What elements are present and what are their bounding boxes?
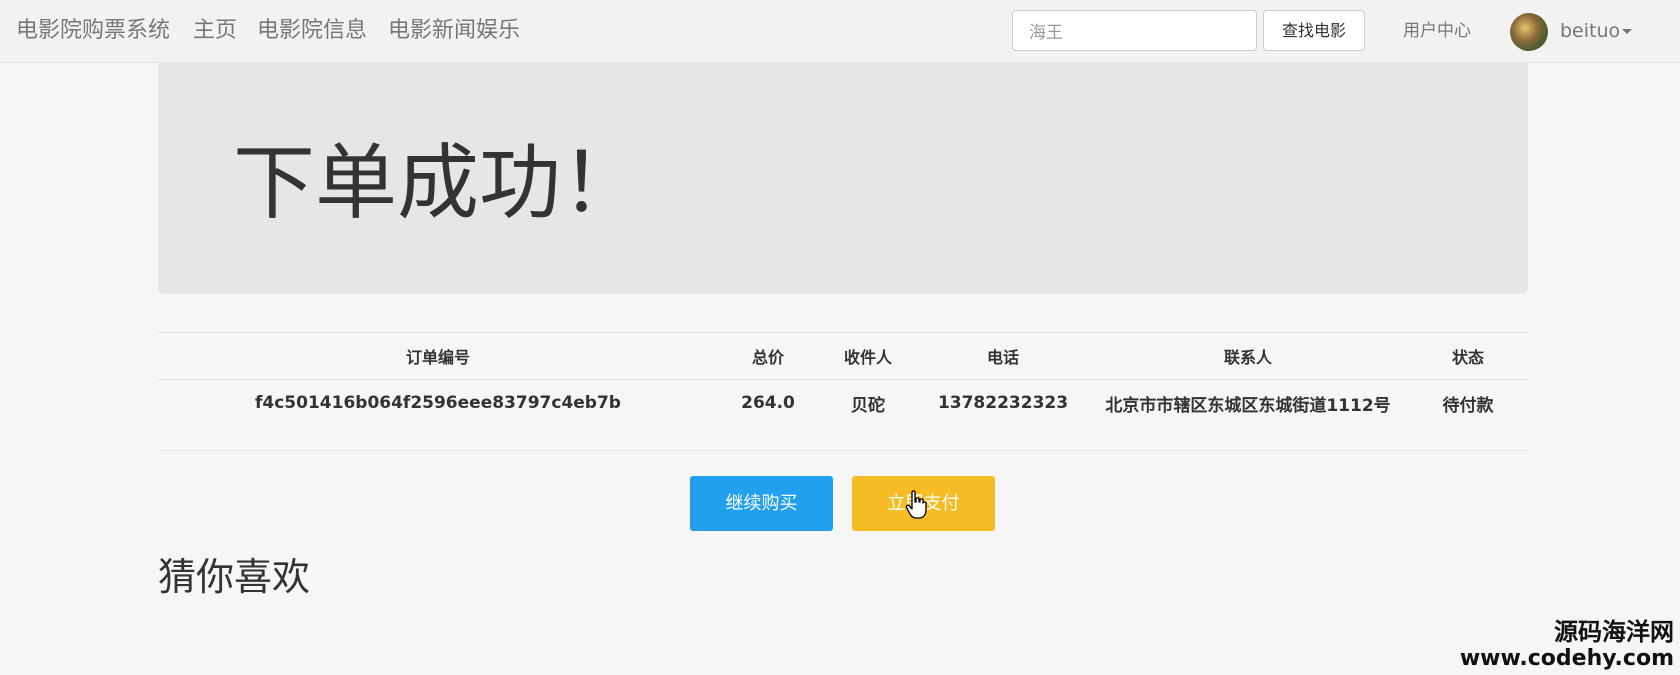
watermark-title: 源码海洋网: [1554, 618, 1674, 646]
watermark: 源码海洋网 www.codehy.com: [1460, 618, 1674, 672]
page-title: 下单成功！: [233, 136, 644, 231]
header-total-price: 总价: [718, 332, 818, 380]
header-contact: 联系人: [1088, 332, 1408, 380]
user-center-link[interactable]: 用户中心: [1403, 20, 1471, 42]
cell-order-id: f4c501416b064f2596eee83797c4eb7b: [255, 393, 621, 413]
table-row: f4c501416b064f2596eee83797c4eb7b 264.0 贝…: [158, 380, 1528, 427]
nav-link-cinema-info[interactable]: 电影院信息: [257, 16, 367, 46]
cell-recipient: 贝砣: [851, 395, 885, 416]
username-dropdown[interactable]: beituo: [1560, 18, 1620, 44]
search-input[interactable]: [1012, 10, 1257, 51]
cell-status: 待付款: [1442, 395, 1494, 416]
cell-phone: 13782232323: [937, 393, 1069, 413]
order-table: 订单编号 总价 收件人 电话 联系人 状态 f4c501416b064f2596…: [158, 332, 1528, 426]
hand-pointer-cursor-icon: [905, 490, 927, 519]
nav-link-home[interactable]: 主页: [193, 16, 237, 46]
watermark-url: www.codehy.com: [1459, 646, 1674, 671]
success-banner: 下单成功！: [158, 62, 1528, 294]
dropdown-caret-icon[interactable]: [1622, 29, 1632, 34]
search-button[interactable]: 查找电影: [1263, 10, 1365, 51]
header-order-id: 订单编号: [158, 332, 718, 380]
table-header-row: 订单编号 总价 收件人 电话 联系人 状态: [158, 332, 1528, 380]
recommend-heading: 猜你喜欢: [158, 555, 311, 599]
header-phone: 电话: [918, 332, 1088, 380]
nav-link-movie-news[interactable]: 电影新闻娱乐: [388, 16, 520, 46]
brand-link[interactable]: 电影院购票系统: [16, 16, 170, 46]
continue-shopping-button[interactable]: 继续购买: [690, 476, 833, 531]
cell-total-price: 264.0: [741, 393, 795, 413]
header-status: 状态: [1408, 332, 1528, 380]
top-navbar: 电影院购票系统 主页 电影院信息 电影新闻娱乐 查找电影 用户中心 beituo: [0, 0, 1680, 63]
header-recipient: 收件人: [818, 332, 918, 380]
table-divider: [158, 450, 1528, 451]
cell-contact: 北京市市辖区东城区东城街道1112号: [1105, 395, 1391, 416]
avatar[interactable]: [1510, 13, 1548, 51]
